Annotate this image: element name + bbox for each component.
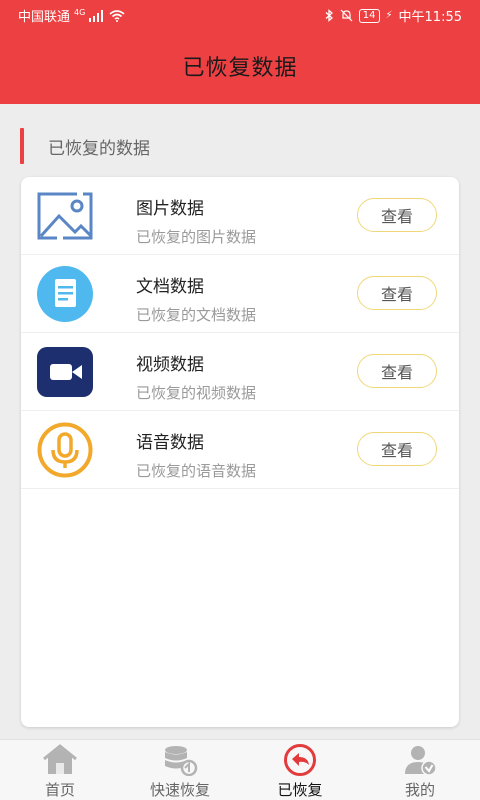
tab-label: 我的 bbox=[404, 781, 435, 799]
image-icon bbox=[37, 192, 93, 240]
clock-label: 中午11:55 bbox=[398, 10, 462, 25]
header: 中国联通 4G 14 ⚡ 中午11:55 已恢复数据 bbox=[0, 0, 480, 104]
home-icon bbox=[43, 744, 77, 774]
item-title: 文档数据 bbox=[136, 277, 204, 297]
database-restore-icon bbox=[165, 746, 198, 776]
charging-icon: ⚡ bbox=[385, 10, 393, 21]
tab-label: 快速恢复 bbox=[149, 781, 210, 799]
tab-quick-restore[interactable]: 快速恢复 bbox=[120, 740, 240, 800]
view-voice-button[interactable]: 查看 bbox=[357, 432, 437, 466]
view-documents-button[interactable]: 查看 bbox=[357, 276, 437, 310]
video-camera-icon bbox=[37, 347, 93, 397]
section-accent-bar bbox=[20, 128, 24, 164]
section-title: 已恢复的数据 bbox=[48, 138, 150, 159]
mute-bell-icon bbox=[340, 9, 353, 22]
list-item-videos[interactable]: 视频数据 已恢复的视频数据 查看 bbox=[21, 333, 459, 411]
list-item-documents[interactable]: 文档数据 已恢复的文档数据 查看 bbox=[21, 255, 459, 333]
page-title: 已恢复数据 bbox=[182, 56, 298, 81]
tab-recovered[interactable]: 已恢复 bbox=[240, 740, 360, 800]
microphone-icon bbox=[37, 422, 93, 478]
list-item-images[interactable]: 图片数据 已恢复的图片数据 查看 bbox=[21, 177, 459, 255]
undo-arrow-icon bbox=[284, 744, 316, 776]
tab-label: 首页 bbox=[44, 781, 75, 799]
tab-home[interactable]: 首页 bbox=[0, 740, 120, 800]
signal-icon bbox=[89, 9, 104, 22]
item-subtitle: 已恢复的图片数据 bbox=[136, 228, 257, 246]
section-header: 已恢复的数据 bbox=[20, 126, 150, 166]
carrier-label: 中国联通 bbox=[18, 10, 71, 25]
status-bar: 中国联通 4G 14 ⚡ 中午11:55 bbox=[0, 0, 480, 28]
item-subtitle: 已恢复的语音数据 bbox=[136, 462, 257, 480]
list-item-voice[interactable]: 语音数据 已恢复的语音数据 查看 bbox=[21, 411, 459, 489]
view-images-button[interactable]: 查看 bbox=[357, 198, 437, 232]
item-subtitle: 已恢复的文档数据 bbox=[136, 306, 257, 324]
battery-indicator: 14 bbox=[358, 8, 380, 23]
document-icon bbox=[37, 266, 93, 322]
bluetooth-icon bbox=[325, 9, 333, 22]
item-title: 图片数据 bbox=[136, 199, 204, 219]
tab-mine[interactable]: 我的 bbox=[360, 740, 480, 800]
network-label: 4G bbox=[74, 8, 86, 17]
item-subtitle: 已恢复的视频数据 bbox=[136, 384, 257, 402]
tab-label: 已恢复 bbox=[277, 781, 323, 799]
item-title: 视频数据 bbox=[136, 355, 204, 375]
user-verified-icon bbox=[405, 746, 437, 776]
bottom-tab-bar: 首页 快速恢复 已恢复 我的 bbox=[0, 739, 480, 800]
recovered-data-card: 图片数据 已恢复的图片数据 查看 文档数据 已恢复的文档数据 查看 视频数据 已… bbox=[21, 177, 459, 727]
item-title: 语音数据 bbox=[136, 433, 204, 453]
wifi-icon bbox=[109, 9, 125, 22]
view-videos-button[interactable]: 查看 bbox=[357, 354, 437, 388]
